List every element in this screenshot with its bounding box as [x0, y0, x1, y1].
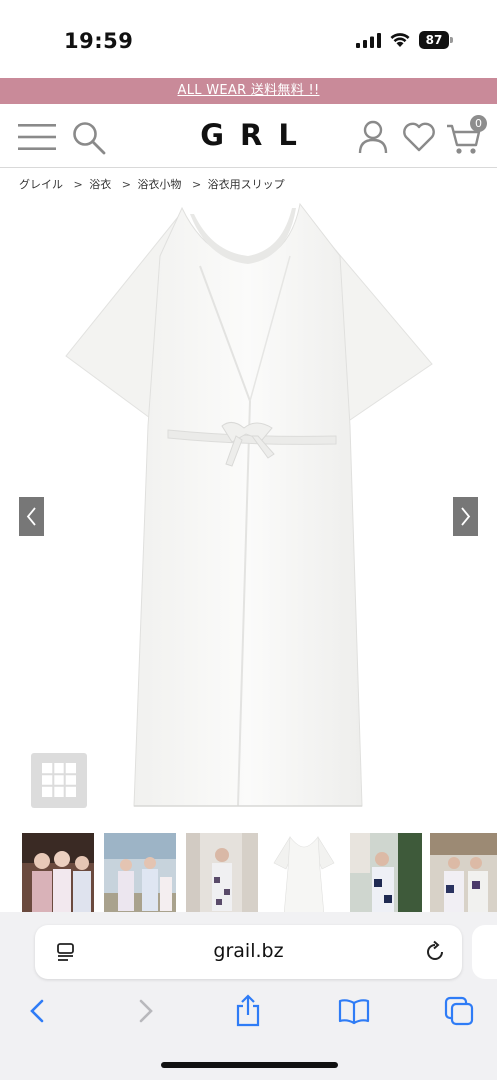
- thumbnail-4-selected[interactable]: [268, 833, 340, 915]
- thumbnail-2[interactable]: [104, 833, 176, 915]
- promo-link[interactable]: ALL WEAR 送料無料 !!: [178, 83, 320, 98]
- breadcrumb-item-yukata-accessories[interactable]: 浴衣小物: [137, 176, 181, 192]
- previous-image-button[interactable]: [19, 497, 44, 536]
- thumbnail-3[interactable]: [186, 833, 258, 915]
- breadcrumb-item-yukata-slip[interactable]: 浴衣用スリップ: [208, 176, 285, 192]
- forward-chevron-icon[interactable]: [128, 994, 162, 1028]
- cart-count-badge: 0: [470, 115, 487, 132]
- back-chevron-icon[interactable]: [22, 994, 56, 1028]
- thumbnail-6[interactable]: [430, 833, 497, 915]
- favorite-heart-icon[interactable]: [402, 121, 436, 153]
- share-icon[interactable]: [231, 994, 265, 1028]
- cellular-signal-icon: [356, 33, 381, 48]
- breadcrumb-item-yukata[interactable]: 浴衣: [89, 176, 111, 192]
- breadcrumb-separator: >: [73, 178, 83, 191]
- thumbnail-strip: [0, 833, 497, 915]
- thumbnail-1[interactable]: [22, 833, 94, 915]
- address-bar[interactable]: grail.bz: [35, 925, 462, 979]
- browser-bottom-bar: grail.bz: [0, 912, 497, 1080]
- chevron-left-icon: [26, 507, 36, 526]
- promo-banner[interactable]: ALL WEAR 送料無料 !!: [0, 78, 497, 104]
- image-grid-button[interactable]: [31, 753, 87, 808]
- reload-icon[interactable]: [423, 940, 447, 964]
- home-indicator: [161, 1062, 338, 1068]
- battery-level: 87: [419, 31, 449, 49]
- grid-icon: [42, 763, 76, 797]
- next-image-button[interactable]: [453, 497, 478, 536]
- thumbnail-5[interactable]: [350, 833, 422, 915]
- chevron-right-icon: [461, 507, 471, 526]
- breadcrumb-separator: >: [191, 178, 202, 191]
- breadcrumb-item-home[interactable]: グレイル: [19, 176, 63, 192]
- wifi-icon: [390, 33, 410, 47]
- site-header: GRL: [0, 104, 497, 168]
- bookmarks-book-icon[interactable]: [337, 994, 371, 1028]
- battery-icon: 87: [419, 31, 453, 49]
- tabs-icon[interactable]: [442, 994, 476, 1028]
- product-main-image[interactable]: [0, 196, 497, 826]
- breadcrumb-separator: >: [121, 178, 131, 191]
- status-time: 19:59: [64, 29, 134, 53]
- url-text[interactable]: grail.bz: [35, 940, 462, 962]
- next-tab-preview[interactable]: [472, 925, 497, 979]
- user-account-icon[interactable]: [358, 120, 388, 154]
- breadcrumb: グレイル > 浴衣 > 浴衣小物 > 浴衣用スリップ: [19, 176, 292, 192]
- white-slip-dress-image: [65, 202, 433, 807]
- status-bar: 19:59 87: [0, 0, 497, 78]
